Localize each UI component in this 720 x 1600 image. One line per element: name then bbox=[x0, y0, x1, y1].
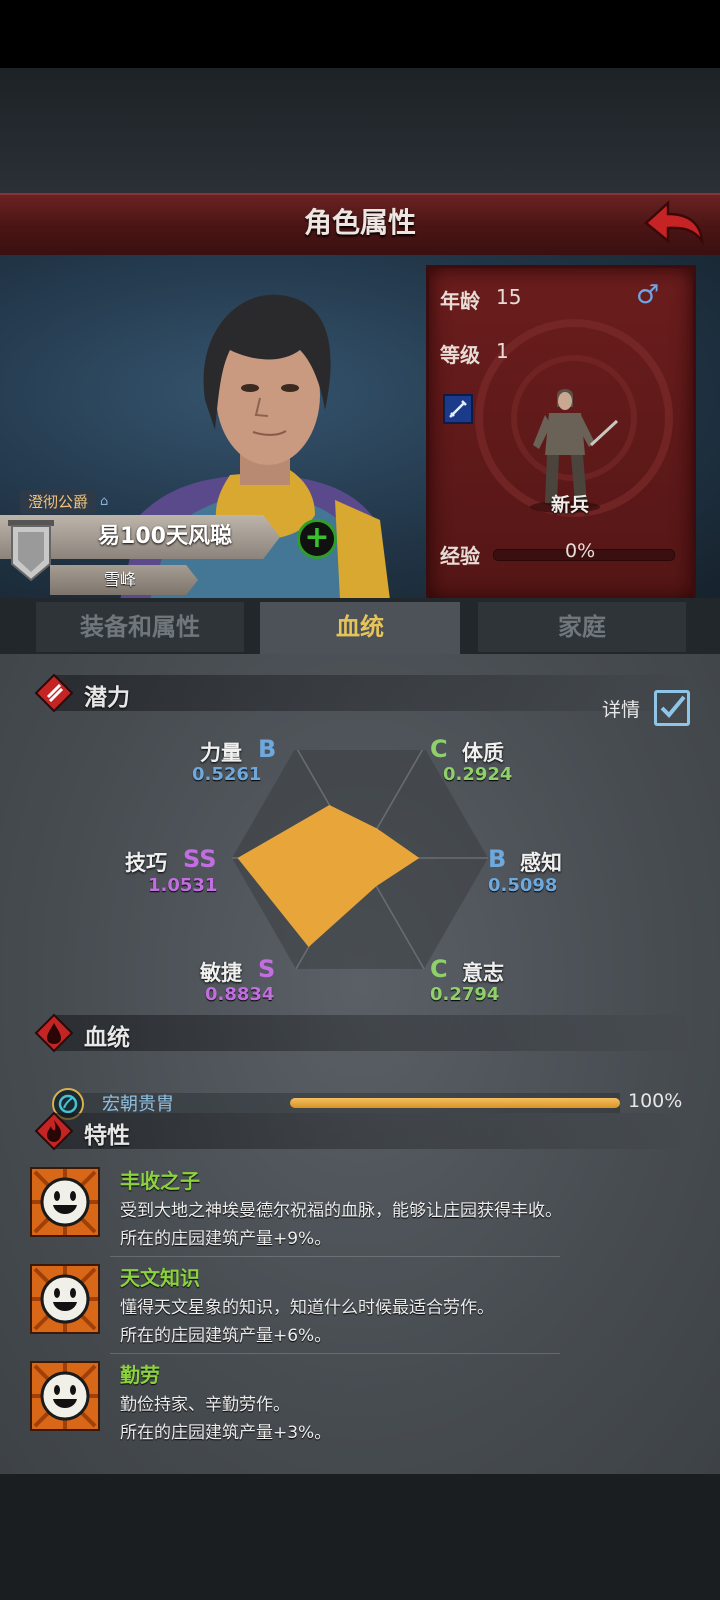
background-texture bbox=[0, 68, 720, 193]
age-label: 年龄 bbox=[440, 289, 480, 313]
skill-label: 技巧 bbox=[125, 851, 167, 875]
noble-title-badge: 澄彻公爵 bbox=[20, 490, 97, 514]
level-value: 1 bbox=[496, 339, 509, 363]
checkmark-icon bbox=[660, 695, 686, 718]
constitution-value: 0.2924 bbox=[443, 764, 513, 785]
trait-name: 天文知识 bbox=[120, 1266, 200, 1290]
exp-label: 经验 bbox=[440, 544, 480, 568]
exp-value: 0% bbox=[565, 540, 596, 562]
blood-drop-icon bbox=[34, 1013, 74, 1053]
skill-grade: SS bbox=[183, 845, 217, 873]
back-button[interactable] bbox=[642, 197, 706, 249]
potential-title: 潜力 bbox=[84, 685, 130, 711]
bottom-area bbox=[0, 1474, 720, 1600]
traits-title: 特性 bbox=[84, 1123, 130, 1149]
trait-smiley-icon[interactable] bbox=[30, 1264, 100, 1334]
trait-name: 丰收之子 bbox=[120, 1169, 200, 1193]
tab-equipment-attributes[interactable]: 装备和属性 bbox=[36, 602, 244, 652]
tab-bloodline[interactable]: 血统 bbox=[260, 602, 460, 656]
tab-family[interactable]: 家庭 bbox=[478, 602, 686, 652]
strength-label: 力量 bbox=[200, 741, 242, 765]
constitution-grade: C bbox=[430, 735, 448, 763]
status-bar-area bbox=[0, 0, 720, 68]
lineage-section-bar bbox=[52, 1015, 692, 1051]
details-label: 详情 bbox=[602, 699, 641, 721]
trait-description: 懂得天文星象的知识，知道什么时候最适合劳作。 bbox=[120, 1298, 494, 1318]
perception-label: 感知 bbox=[520, 851, 562, 875]
trait-effect: 所在的庄园建筑产量+6%。 bbox=[120, 1326, 332, 1346]
class-name: 新兵 bbox=[550, 494, 589, 516]
crown-icon: ⌂ bbox=[100, 494, 109, 509]
will-label: 意志 bbox=[462, 961, 504, 985]
traits-section-bar bbox=[52, 1113, 692, 1149]
divider bbox=[110, 1256, 560, 1257]
skill-value: 1.0531 bbox=[148, 875, 218, 896]
character-name: 易100天风聪 bbox=[98, 524, 232, 549]
potential-section-bar bbox=[52, 675, 692, 711]
flame-icon bbox=[34, 1111, 74, 1151]
trait-effect: 所在的庄园建筑产量+3%。 bbox=[120, 1423, 332, 1443]
agility-value: 0.8834 bbox=[205, 984, 275, 1005]
trait-description: 勤俭持家、辛勤劳作。 bbox=[120, 1395, 290, 1415]
lineage-title: 血统 bbox=[84, 1025, 130, 1051]
back-arrow-icon bbox=[644, 200, 704, 246]
trait-description: 受到大地之神埃曼德尔祝福的血脉，能够让庄园获得丰收。 bbox=[120, 1201, 562, 1221]
divider bbox=[110, 1353, 560, 1354]
trait-effect: 所在的庄园建筑产量+9%。 bbox=[120, 1229, 332, 1249]
family-banner-icon bbox=[8, 520, 54, 584]
lineage-percent: 100% bbox=[628, 1090, 683, 1112]
will-grade: C bbox=[430, 955, 448, 983]
agility-grade: S bbox=[258, 955, 276, 983]
potential-icon bbox=[34, 673, 74, 713]
will-value: 0.2794 bbox=[430, 984, 500, 1005]
strength-grade: B bbox=[258, 735, 277, 763]
character-location: 雪峰 bbox=[103, 570, 136, 589]
trait-smiley-icon[interactable] bbox=[30, 1361, 100, 1431]
constitution-label: 体质 bbox=[462, 741, 504, 765]
agility-label: 敏捷 bbox=[200, 961, 242, 985]
male-gender-icon: ♂ bbox=[636, 280, 660, 310]
perception-value: 0.5098 bbox=[488, 875, 558, 896]
trait-smiley-icon[interactable] bbox=[30, 1167, 100, 1237]
details-checkbox[interactable] bbox=[654, 690, 690, 726]
sword-class-icon bbox=[443, 394, 473, 424]
lineage-progress-bar bbox=[290, 1098, 620, 1108]
trait-name: 勤劳 bbox=[120, 1363, 160, 1387]
perception-grade: B bbox=[488, 845, 507, 873]
add-button[interactable]: + bbox=[297, 519, 337, 559]
level-label: 等级 bbox=[440, 343, 480, 367]
strength-value: 0.5261 bbox=[192, 764, 262, 785]
page-title: 角色属性 bbox=[303, 206, 416, 239]
age-value: 15 bbox=[496, 285, 522, 309]
